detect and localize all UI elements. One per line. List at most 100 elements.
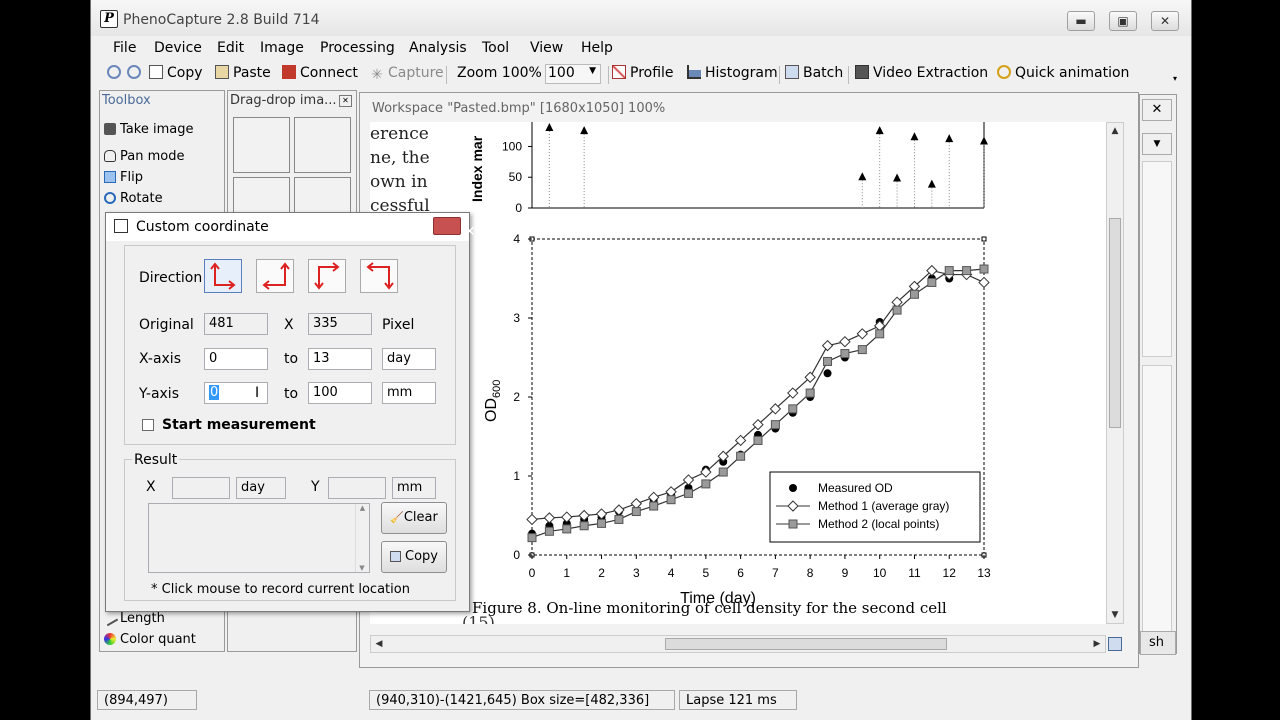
menu-help[interactable]: Help — [581, 40, 613, 56]
list-box[interactable] — [1142, 365, 1172, 635]
result-label: Result — [132, 452, 180, 468]
close-icon[interactable]: ✕ — [339, 95, 352, 107]
toolbar-overflow-icon[interactable]: ▾ — [1173, 74, 1177, 83]
paste-button[interactable]: Paste — [215, 65, 271, 81]
copy-icon — [149, 65, 163, 79]
rotate-tool[interactable]: Rotate — [104, 191, 163, 206]
window-title: PhenoCapture 2.8 Build 714 — [123, 12, 320, 28]
direction-button-top-right[interactable] — [360, 259, 398, 293]
copy-toolbar-button[interactable]: Copy — [149, 65, 203, 81]
y-tick-label: 4 — [513, 232, 520, 246]
y-axis-unit-input[interactable]: mm — [382, 382, 436, 404]
zoom-select[interactable]: 100 ▼ — [545, 64, 601, 84]
capture-button[interactable]: ✳ Capture — [370, 65, 444, 82]
thumbnail-slot[interactable] — [294, 117, 351, 173]
chevron-down-icon[interactable]: ▼ — [1142, 133, 1172, 155]
x-axis-from-input[interactable]: 0 — [204, 348, 268, 370]
horizontal-scrollbar[interactable]: ◀ ▶ — [370, 635, 1106, 653]
vertical-scrollbar[interactable]: ▲ ▼ — [1106, 122, 1124, 624]
menu-device[interactable]: Device — [154, 40, 202, 56]
data-point-series-2 — [543, 512, 556, 524]
scroll-left-icon[interactable]: ◀ — [371, 636, 387, 652]
scroll-down-icon[interactable]: ▼ — [1107, 607, 1123, 623]
flip-tool[interactable]: Flip — [104, 170, 143, 185]
minimize-button[interactable]: ▬ — [1067, 11, 1095, 31]
histogram-icon — [687, 65, 701, 79]
close-icon[interactable]: ✕ — [1142, 99, 1172, 121]
list-box[interactable] — [1142, 161, 1172, 357]
color-quant-tool[interactable]: Color quant — [104, 632, 196, 647]
redo-button[interactable] — [127, 65, 145, 81]
menu-edit[interactable]: Edit — [217, 40, 244, 56]
y-tick-label: 3 — [513, 311, 520, 325]
x-tick-label: 9 — [842, 566, 849, 580]
x-axis-unit-input[interactable]: day — [382, 348, 436, 370]
data-point-series-3 — [770, 420, 780, 430]
result-log-textarea[interactable]: ▲ ▼ — [148, 503, 370, 573]
scroll-down-icon[interactable]: ▼ — [356, 564, 368, 572]
status-bar: (894,497) (940,310)-(1421,645) Box size=… — [91, 688, 1191, 712]
y-axis-from-input[interactable]: 0I — [204, 382, 268, 404]
direction-button-bottom-left[interactable] — [204, 259, 242, 293]
histogram-label: Histogram — [705, 65, 778, 81]
horizontal-scroll-thumb[interactable] — [665, 638, 947, 650]
pan-mode-tool[interactable]: Pan mode — [104, 149, 184, 164]
copy-button[interactable]: Copy — [381, 541, 447, 573]
direction-button-top-left[interactable] — [308, 259, 346, 293]
title-bar: P PhenoCapture 2.8 Build 714 ▬ ▣ ✕ — [91, 0, 1191, 36]
dialog-title: Custom coordinate — [136, 219, 269, 235]
y-axis-to-input[interactable]: 100 — [308, 382, 372, 404]
arrow-down-right-icon — [314, 262, 340, 290]
dialog-close-button[interactable]: ✕ — [433, 217, 476, 240]
toolbar: Copy Paste Connect ✳ Capture Zoom 100% 10… — [91, 62, 1191, 86]
x-tick-label: 1 — [563, 566, 570, 580]
direction-button-bottom-right[interactable] — [256, 259, 294, 293]
menu-view[interactable]: View — [530, 40, 563, 56]
take-image-tool[interactable]: Take image — [104, 122, 193, 137]
y-axis-label: Y-axis — [139, 386, 179, 402]
paste-icon — [215, 65, 229, 79]
result-y-field — [328, 477, 386, 499]
quick-animation-button[interactable]: Quick animation — [997, 65, 1129, 81]
toolbar-separator — [446, 66, 447, 84]
thumbnail-slot[interactable] — [233, 117, 290, 173]
lapse-time: Lapse 121 ms — [679, 690, 797, 710]
data-point-series-3 — [544, 526, 554, 536]
scroll-up-icon[interactable]: ▲ — [356, 504, 369, 512]
menu-image[interactable]: Image — [260, 40, 304, 56]
profile-button[interactable]: Profile — [612, 65, 674, 81]
image-canvas[interactable]: erence ne, the own in cessful 100 50 0 Inde… — [370, 122, 1106, 624]
index-triangle-point — [580, 126, 589, 135]
vertical-scroll-thumb[interactable] — [1109, 218, 1121, 428]
x-axis-to-input[interactable]: 13 — [308, 348, 372, 370]
scroll-up-icon[interactable]: ▲ — [1107, 123, 1123, 139]
data-point-series-3 — [683, 488, 693, 498]
undo-button[interactable] — [107, 65, 125, 81]
data-point-series-3 — [753, 435, 763, 445]
data-point-series-3 — [909, 289, 919, 299]
y-axis-to-label: to — [284, 386, 299, 402]
menu-tool[interactable]: Tool — [482, 40, 509, 56]
histogram-button[interactable]: Histogram — [687, 65, 778, 81]
redo-icon — [127, 65, 141, 79]
menu-analysis[interactable]: Analysis — [409, 40, 467, 56]
batch-button[interactable]: Batch — [785, 65, 843, 81]
maximize-button[interactable]: ▣ — [1109, 11, 1137, 31]
right-panel-button[interactable]: sh — [1140, 631, 1176, 655]
x-tick-label: 7 — [772, 566, 779, 580]
close-button[interactable]: ✕ — [1151, 11, 1179, 31]
scroll-right-icon[interactable]: ▶ — [1089, 636, 1105, 652]
start-measurement-checkbox[interactable] — [142, 419, 154, 431]
data-point-series-3 — [892, 305, 902, 315]
menu-processing[interactable]: Processing — [320, 40, 395, 56]
data-point-series-3 — [979, 264, 989, 274]
dialog-title-bar: Custom coordinate ✕ — [106, 213, 476, 241]
menu-file[interactable]: File — [113, 40, 136, 56]
result-log-scrollbar[interactable]: ▲ ▼ — [355, 504, 369, 572]
data-point-series-3 — [649, 501, 659, 511]
clear-button[interactable]: 🧹Clear — [381, 502, 447, 534]
connect-button[interactable]: Connect — [282, 65, 358, 81]
length-tool[interactable]: Length — [101, 609, 165, 627]
x-tick-label: 3 — [633, 566, 640, 580]
video-extraction-button[interactable]: Video Extraction — [855, 65, 988, 81]
